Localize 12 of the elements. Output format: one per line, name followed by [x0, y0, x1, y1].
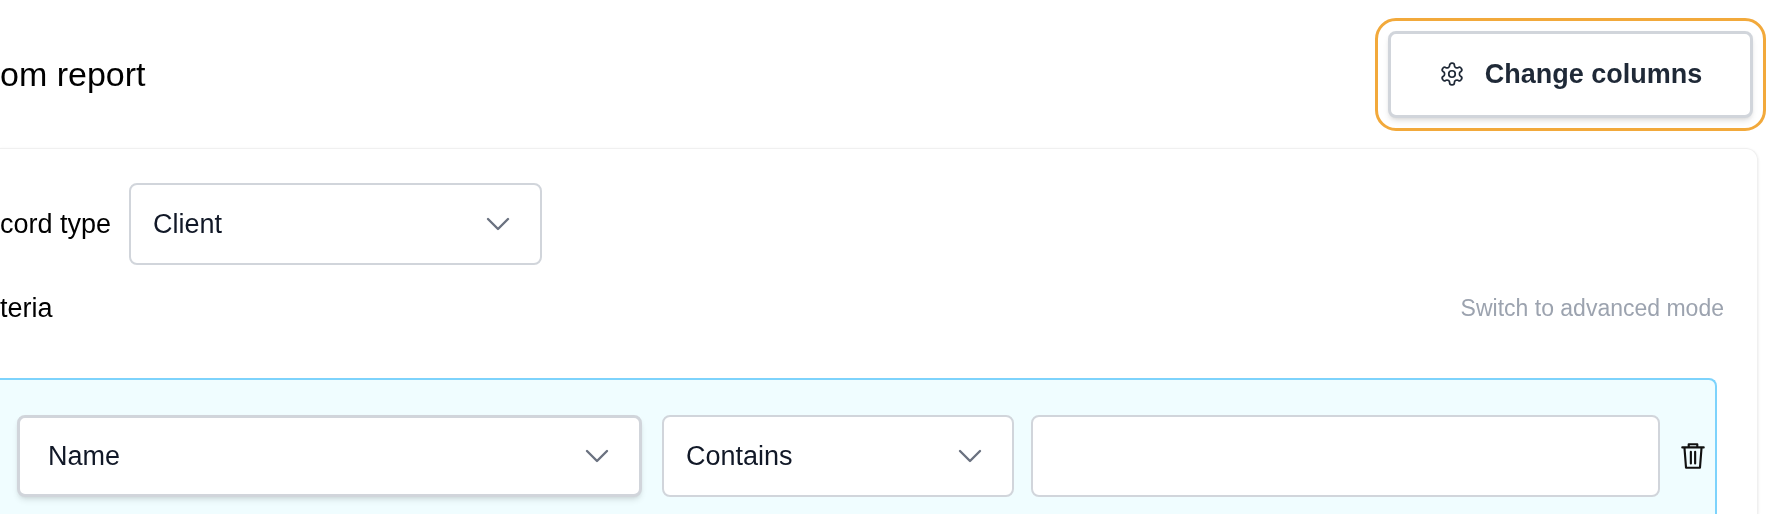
field-select[interactable]: Name: [17, 415, 642, 497]
chevron-down-icon: [958, 449, 982, 463]
chevron-down-icon: [585, 449, 609, 463]
criteria-label: teria: [0, 291, 53, 325]
settings-icon: [1438, 61, 1465, 87]
value-input[interactable]: [1031, 415, 1660, 497]
operator-select[interactable]: Contains: [662, 415, 1014, 497]
chevron-down-icon: [486, 217, 511, 231]
page-title: om report: [0, 53, 146, 95]
record-type-label: cord type: [0, 207, 112, 241]
trash-icon: [1680, 441, 1706, 471]
record-type-select[interactable]: Client: [129, 183, 543, 265]
